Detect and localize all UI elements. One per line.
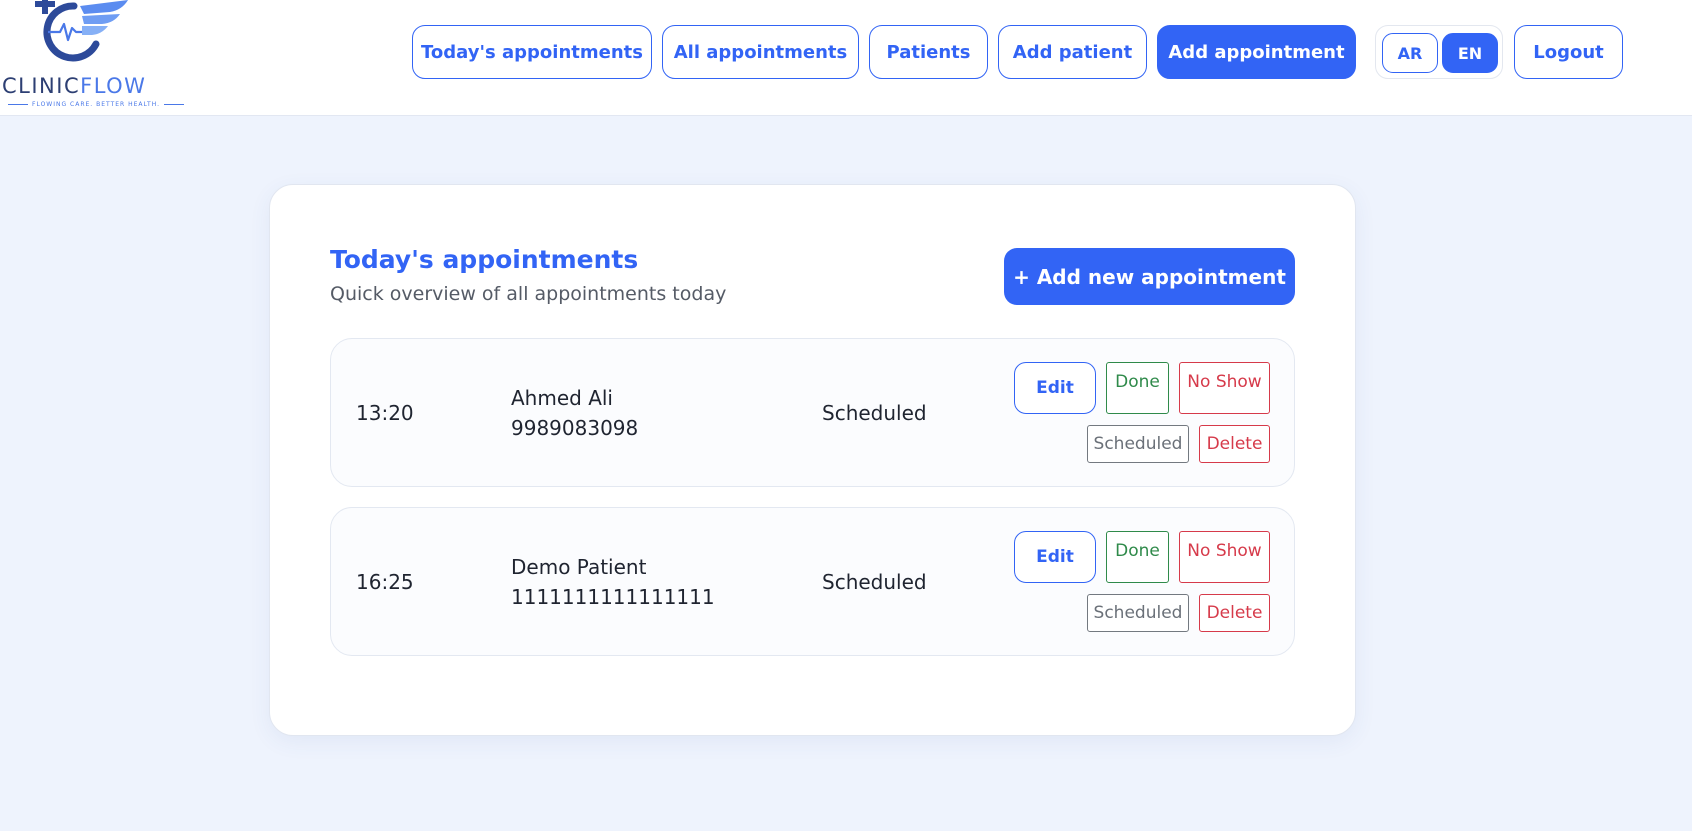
patient-phone: 9989083098 [511,416,639,440]
appointment-row: 16:25 Demo Patient 1111111111111111 Sche… [330,507,1295,656]
patient-phone: 1111111111111111 [511,585,715,609]
mark-scheduled-button[interactable]: Scheduled [1087,425,1189,463]
nav-add-patient-button[interactable]: Add patient [998,25,1147,79]
page-title: Today's appointments [330,245,639,274]
logo-wordmark: CLINICFLOW [2,74,146,98]
delete-button[interactable]: Delete [1199,425,1270,463]
add-new-appointment-button[interactable]: + Add new appointment [1004,248,1295,305]
language-switcher: AR EN [1375,25,1503,79]
logo-icon [35,0,128,62]
lang-ar-button[interactable]: AR [1382,33,1438,73]
appointment-time: 16:25 [356,570,414,594]
patient-name: Ahmed Ali [511,386,613,410]
todays-appointments-card: Today's appointments Quick overview of a… [269,184,1356,736]
edit-button[interactable]: Edit [1014,362,1096,414]
logo-wordmark-part1: CLINIC [2,74,81,98]
logo-wordmark-part2: FLOW [80,74,147,98]
mark-done-button[interactable]: Done [1106,362,1169,414]
patient-name: Demo Patient [511,555,647,579]
mark-no-show-button[interactable]: No Show [1179,362,1270,414]
page-subtitle: Quick overview of all appointments today [330,283,727,305]
delete-button[interactable]: Delete [1199,594,1270,632]
nav-todays-appointments-button[interactable]: Today's appointments [412,25,652,79]
logout-button[interactable]: Logout [1514,25,1623,79]
nav-patients-button[interactable]: Patients [869,25,988,79]
mark-done-button[interactable]: Done [1106,531,1169,583]
appointment-time: 13:20 [356,401,414,425]
nav-add-appointment-button[interactable]: Add appointment [1157,25,1356,79]
appointment-status: Scheduled [822,401,927,425]
clinicflow-logo[interactable]: CLINICFLOW FLOWING CARE. BETTER HEALTH. [0,0,170,110]
edit-button[interactable]: Edit [1014,531,1096,583]
nav-all-appointments-button[interactable]: All appointments [662,25,859,79]
mark-scheduled-button[interactable]: Scheduled [1087,594,1189,632]
logo-tagline: FLOWING CARE. BETTER HEALTH. [4,101,159,108]
appointment-row: 13:20 Ahmed Ali 9989083098 Scheduled Edi… [330,338,1295,487]
lang-en-button[interactable]: EN [1442,33,1498,73]
appointment-status: Scheduled [822,570,927,594]
mark-no-show-button[interactable]: No Show [1179,531,1270,583]
top-navigation-bar: CLINICFLOW FLOWING CARE. BETTER HEALTH. … [0,0,1692,116]
